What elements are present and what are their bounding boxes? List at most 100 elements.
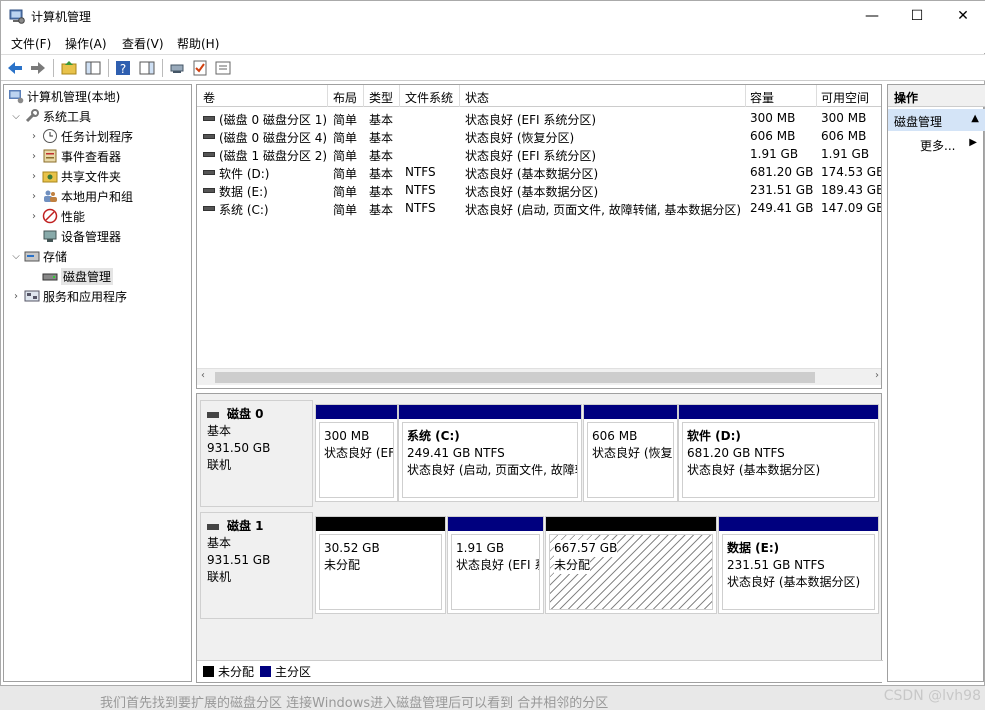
forward-arrow-icon[interactable] bbox=[29, 59, 47, 77]
cell-free-space: 300 MB bbox=[821, 111, 867, 125]
table-row[interactable]: 软件 (D:) 简单 基本 NTFS 状态良好 (基本数据分区) 681.20 GB 174… bbox=[197, 163, 881, 181]
cell-capacity: 1.91 GB bbox=[750, 147, 799, 161]
disk-1-unallocated-2[interactable]: 667.57 GB 未分配 bbox=[545, 516, 717, 614]
disk-0-partition-recovery[interactable]: 606 MB状态良好 (恢复分区) bbox=[583, 404, 678, 502]
disk-1-partition-data-e[interactable]: 数据 (E:) 231.51 GB NTFS 状态良好 (基本数据分区) bbox=[718, 516, 879, 614]
column-header-filesystem[interactable]: 文件系统 bbox=[405, 89, 453, 106]
horizontal-scrollbar[interactable]: ‹ › bbox=[197, 368, 881, 385]
disk-graphical-view: 磁盘 0 基本 931.50 GB 联机 300 MB状态良好 (EFI 系统分… bbox=[196, 393, 883, 683]
help-icon[interactable]: ? bbox=[114, 59, 132, 77]
tree-item-storage[interactable]: ⌵ 存储 bbox=[10, 247, 67, 265]
cell-capacity: 231.51 GB bbox=[750, 183, 814, 197]
cell-free-space: 147.09 GB bbox=[821, 201, 882, 215]
close-button[interactable]: ✕ bbox=[940, 1, 985, 31]
tree-item-local-users[interactable]: › 本地用户和组 bbox=[28, 187, 133, 205]
table-row[interactable]: 数据 (E:) 简单 基本 NTFS 状态良好 (基本数据分区) 231.51 GB 189… bbox=[197, 181, 881, 199]
tree-root[interactable]: 计算机管理(本地) bbox=[6, 87, 120, 105]
cell-type: 基本 bbox=[369, 113, 394, 127]
disk-0-partition-efi[interactable]: 300 MB状态良好 (EFI 系统分区) bbox=[315, 404, 398, 502]
navigation-tree: 计算机管理(本地) ⌵ 系统工具 › 任务计划程序 › 事件查看器 › 共享文件… bbox=[3, 84, 192, 682]
table-row[interactable]: 系统 (C:) 简单 基本 NTFS 状态良好 (启动, 页面文件, 故障转储, 基本数… bbox=[197, 199, 882, 217]
scroll-left-icon[interactable]: ‹ bbox=[201, 370, 205, 381]
table-row[interactable]: (磁盘 0 磁盘分区 1) 简单 基本 状态良好 (EFI 系统分区) 300 MB 30… bbox=[197, 109, 881, 127]
connect-icon[interactable] bbox=[168, 59, 186, 77]
disk-icon bbox=[207, 523, 219, 530]
column-header-status[interactable]: 状态 bbox=[465, 89, 489, 106]
users-icon bbox=[44, 190, 57, 202]
disk-0-label[interactable]: 磁盘 0 基本 931.50 GB 联机 bbox=[200, 400, 313, 507]
tree-item-services-apps[interactable]: › 服务和应用程序 bbox=[10, 287, 127, 305]
disk-0-partition-system-c[interactable]: 系统 (C:)249.41 GB NTFS状态良好 (启动, 页面文件, 故障转… bbox=[398, 404, 582, 502]
cell-type: 基本 bbox=[369, 131, 394, 145]
legend-primary-swatch bbox=[260, 666, 272, 677]
cell-volume: 系统 (C:) bbox=[219, 203, 269, 217]
cell-capacity: 681.20 GB bbox=[750, 165, 814, 179]
menu-help[interactable]: 帮助(H) bbox=[177, 35, 219, 52]
cell-status: 状态良好 (启动, 页面文件, 故障转储, 基本数据分区) bbox=[465, 203, 742, 217]
show-hide-action-pane-icon[interactable] bbox=[138, 59, 156, 77]
chevron-right-icon[interactable]: › bbox=[10, 291, 22, 302]
menu-action[interactable]: 操作(A) bbox=[65, 35, 107, 52]
column-header-free-space[interactable]: 可用空间 bbox=[821, 89, 869, 106]
table-row[interactable]: (磁盘 0 磁盘分区 4) 简单 基本 状态良好 (恢复分区) 606 MB 606 MB bbox=[197, 127, 881, 145]
tree-item-shared-folders[interactable]: › 共享文件夹 bbox=[28, 167, 121, 185]
table-row[interactable]: (磁盘 1 磁盘分区 2) 简单 基本 状态良好 (EFI 系统分区) 1.91 GB 1… bbox=[197, 145, 881, 163]
menu-file[interactable]: 文件(F) bbox=[11, 35, 51, 52]
maximize-button[interactable]: ☐ bbox=[894, 1, 940, 31]
up-folder-icon[interactable] bbox=[60, 59, 78, 77]
actions-more[interactable]: 更多... ▶ bbox=[888, 135, 985, 155]
column-header-volume[interactable]: 卷 bbox=[203, 89, 215, 106]
tree-item-performance[interactable]: › 性能 bbox=[28, 207, 85, 225]
cell-status: 状态良好 (EFI 系统分区) bbox=[465, 113, 597, 127]
tree-item-disk-management[interactable]: 磁盘管理 bbox=[40, 267, 114, 285]
scrollbar-thumb[interactable] bbox=[215, 372, 815, 383]
cell-type: 基本 bbox=[369, 203, 394, 217]
column-header-capacity[interactable]: 容量 bbox=[750, 89, 774, 106]
chevron-right-icon[interactable]: › bbox=[28, 171, 40, 182]
minimize-button[interactable]: — bbox=[849, 1, 895, 31]
background-text: 我们首先找到要扩展的磁盘分区 连接Windows进入磁盘管理后可以看到 合并相邻… bbox=[100, 696, 609, 710]
disk-management-icon bbox=[42, 273, 58, 281]
show-hide-tree-icon[interactable] bbox=[84, 59, 102, 77]
cell-free-space: 606 MB bbox=[821, 129, 867, 143]
check-properties-icon[interactable] bbox=[191, 59, 209, 77]
cell-volume: 数据 (E:) bbox=[219, 185, 268, 199]
submenu-arrow-icon: ▶ bbox=[969, 137, 977, 148]
disk-1-label[interactable]: 磁盘 1 基本 931.51 GB 联机 bbox=[200, 512, 313, 619]
tree-item-event-viewer[interactable]: › 事件查看器 bbox=[28, 147, 121, 165]
event-log-icon bbox=[43, 149, 57, 163]
menu-view[interactable]: 查看(V) bbox=[122, 35, 164, 52]
legend-primary-label: 主分区 bbox=[275, 665, 312, 679]
device-manager-icon bbox=[43, 230, 57, 242]
drive-icon bbox=[203, 152, 215, 157]
tree-item-task-scheduler[interactable]: › 任务计划程序 bbox=[28, 127, 133, 145]
chevron-right-icon[interactable]: › bbox=[28, 191, 40, 202]
collapse-up-icon[interactable]: ▲ bbox=[971, 113, 979, 124]
cell-status: 状态良好 (基本数据分区) bbox=[465, 185, 599, 199]
column-header-type[interactable]: 类型 bbox=[369, 89, 393, 106]
scroll-right-icon[interactable]: › bbox=[875, 370, 879, 381]
actions-section-disk-management[interactable]: 磁盘管理 ▲ bbox=[888, 109, 985, 131]
chevron-right-icon[interactable]: › bbox=[28, 151, 40, 162]
tree-item-device-manager[interactable]: 设备管理器 bbox=[40, 227, 121, 245]
tree-item-system-tools[interactable]: ⌵ 系统工具 bbox=[10, 107, 91, 125]
chevron-down-icon[interactable]: ⌵ bbox=[10, 111, 22, 122]
disk-1-unallocated-1[interactable]: 30.52 GB 未分配 bbox=[315, 516, 446, 614]
column-header-layout[interactable]: 布局 bbox=[333, 89, 357, 106]
chevron-right-icon[interactable]: › bbox=[28, 211, 40, 222]
cell-layout: 简单 bbox=[333, 149, 358, 163]
tools-icon bbox=[25, 109, 39, 123]
back-arrow-icon[interactable] bbox=[6, 59, 24, 77]
services-icon bbox=[24, 290, 40, 302]
drive-icon bbox=[203, 206, 215, 211]
shared-folder-icon bbox=[42, 171, 58, 183]
drive-icon bbox=[203, 116, 215, 121]
menu-bar: 文件(F) 操作(A) 查看(V) 帮助(H) bbox=[1, 31, 985, 53]
cell-volume: (磁盘 1 磁盘分区 2) bbox=[219, 149, 328, 163]
properties-icon[interactable] bbox=[214, 59, 232, 77]
disk-0-partition-software-d[interactable]: 软件 (D:) 681.20 GB NTFS 状态良好 (基本数据分区) bbox=[678, 404, 879, 502]
chevron-down-icon[interactable]: ⌵ bbox=[10, 251, 22, 262]
computer-management-icon bbox=[9, 9, 25, 24]
chevron-right-icon[interactable]: › bbox=[28, 131, 40, 142]
disk-1-partition-efi[interactable]: 1.91 GB状态良好 (EFI 系统分区) bbox=[447, 516, 544, 614]
